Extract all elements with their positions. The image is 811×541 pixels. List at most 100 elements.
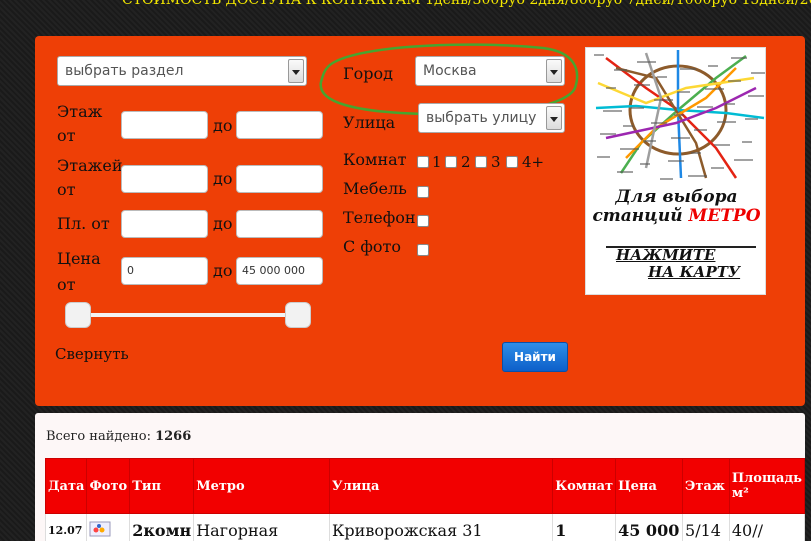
- floors-from-input[interactable]: [121, 165, 208, 193]
- photo-checkbox[interactable]: [417, 244, 429, 256]
- metro-station-label: [623, 125, 633, 127]
- rooms-2-checkbox[interactable]: [445, 156, 457, 168]
- metro-station-label: [651, 122, 667, 124]
- results-count-value: 1266: [155, 429, 192, 444]
- col-street[interactable]: Улица: [329, 458, 554, 514]
- furniture-checkbox[interactable]: [417, 186, 429, 198]
- area-to-label: до: [213, 214, 233, 233]
- metro-station-label: [620, 148, 639, 150]
- area-to-input[interactable]: [236, 210, 323, 238]
- metro-station-label: [714, 144, 730, 146]
- col-floor[interactable]: Этаж: [682, 458, 730, 514]
- col-price[interactable]: Цена: [615, 458, 684, 514]
- metro-station-label: [614, 69, 627, 71]
- metro-station-label: [677, 91, 690, 93]
- col-type[interactable]: Тип: [129, 458, 195, 514]
- metro-station-label: [705, 88, 724, 90]
- area-from-input[interactable]: [121, 210, 208, 238]
- price-label-line1: Цена: [57, 249, 101, 268]
- price-slider-track: [77, 313, 287, 317]
- metro-station-label: [691, 152, 701, 154]
- row-area: 40//: [728, 513, 806, 541]
- col-metro[interactable]: Метро: [193, 458, 331, 514]
- row-price: 45 000: [615, 513, 684, 541]
- row-street: Криворожская 31: [329, 513, 554, 541]
- metro-map-caption-line1: Для выбора: [615, 187, 738, 207]
- rooms-3-label: 3: [491, 153, 501, 171]
- metro-station-label: [597, 156, 610, 158]
- rooms-label: Комнат: [343, 150, 407, 169]
- metro-map-caption: Для выбора станций МЕТРО: [586, 187, 765, 226]
- metro-station-label: [694, 129, 707, 131]
- col-date[interactable]: Дата: [44, 458, 88, 514]
- search-filter-panel: выбрать раздел Этаж от до Этажей от до П…: [35, 36, 805, 406]
- col-area[interactable]: Площадь м²: [728, 458, 806, 514]
- price-label-line2: от: [57, 275, 76, 294]
- area-label: Пл. от: [57, 214, 110, 233]
- table-row[interactable]: 12.07 2комн Нагорная Криворожская 31 1 4…: [44, 513, 806, 541]
- price-slider-max-handle[interactable]: [285, 302, 311, 328]
- row-metro: Нагорная: [193, 513, 331, 541]
- results-panel: Всего найдено: 1266 Дата Фото Тип Метро …: [35, 413, 806, 541]
- chevron-down-icon: [288, 59, 304, 83]
- floor-to-input[interactable]: [236, 111, 323, 139]
- rooms-4plus-label: 4+: [522, 153, 545, 171]
- metro-station-label: [657, 76, 667, 78]
- metro-station-label: [748, 95, 764, 97]
- metro-station-label: [634, 84, 650, 86]
- metro-station-label: [654, 99, 673, 101]
- street-label: Улица: [343, 113, 396, 132]
- floor-label: Этаж от: [57, 100, 102, 148]
- metro-station-label: [674, 114, 684, 116]
- phone-label: Телефон: [343, 208, 416, 227]
- price-to-label: до: [213, 261, 233, 280]
- floors-to-label: до: [213, 169, 233, 188]
- results-count: Всего найдено: 1266: [46, 429, 192, 444]
- street-select-value: выбрать улицу: [426, 110, 537, 126]
- row-floor: 5/14: [682, 513, 730, 541]
- metro-station-label: [617, 171, 633, 173]
- price-from-input[interactable]: 0: [121, 257, 208, 285]
- metro-station-label: [751, 72, 765, 74]
- col-rooms[interactable]: Комнат: [552, 458, 617, 514]
- phone-checkbox[interactable]: [417, 215, 429, 227]
- metro-station-label: [637, 61, 656, 63]
- metro-station-label: [631, 107, 644, 109]
- listing-thumbnail-icon: [89, 521, 111, 536]
- section-select[interactable]: выбрать раздел: [57, 56, 307, 86]
- metro-station-label: [680, 68, 696, 70]
- street-select[interactable]: выбрать улицу: [418, 103, 565, 133]
- find-button[interactable]: Найти: [502, 342, 568, 372]
- rooms-1-label: 1: [432, 153, 442, 171]
- row-type: 2комн: [129, 513, 195, 541]
- floors-count-label: Этажей от: [57, 154, 122, 202]
- metro-station-label: [745, 118, 758, 120]
- price-to-input[interactable]: 45 000 000: [236, 257, 323, 285]
- floor-from-input[interactable]: [121, 111, 208, 139]
- metro-map-link[interactable]: Для выбора станций МЕТРО НАЖМИТЕ НА КАРТ…: [585, 47, 766, 295]
- rooms-4plus-checkbox[interactable]: [506, 156, 518, 168]
- metro-station-label: [734, 159, 753, 161]
- metro-station-label: [731, 57, 747, 59]
- metro-station-label: [600, 133, 616, 135]
- metro-station-label: [640, 163, 650, 165]
- floors-to-input[interactable]: [236, 165, 323, 193]
- access-price-banner: СТОИМОСТЬ ДОСТУПА К КОНТАКТАМ 1день/300р…: [122, 0, 811, 8]
- collapse-link[interactable]: Свернуть: [55, 342, 129, 366]
- price-slider-min-handle[interactable]: [65, 302, 91, 328]
- row-photo[interactable]: [86, 513, 131, 541]
- rooms-3-checkbox[interactable]: [475, 156, 487, 168]
- metro-station-label: [606, 87, 616, 89]
- section-select-value: выбрать раздел: [65, 63, 184, 79]
- price-label: Цена от: [57, 246, 101, 298]
- floor-label-line2: от: [57, 126, 76, 145]
- metro-station-label: [708, 65, 718, 67]
- metro-station-label: [594, 54, 604, 56]
- metro-station-label: [742, 141, 752, 143]
- rooms-1-checkbox[interactable]: [417, 156, 429, 168]
- floors-count-label-line1: Этажей: [57, 156, 123, 175]
- floor-label-line1: Этаж: [57, 102, 103, 121]
- metro-map-cta-line2: НА КАРТУ: [648, 263, 741, 281]
- results-header-row: Дата Фото Тип Метро Улица Комнат Цена Эт…: [44, 458, 806, 514]
- metro-station-label: [603, 110, 622, 112]
